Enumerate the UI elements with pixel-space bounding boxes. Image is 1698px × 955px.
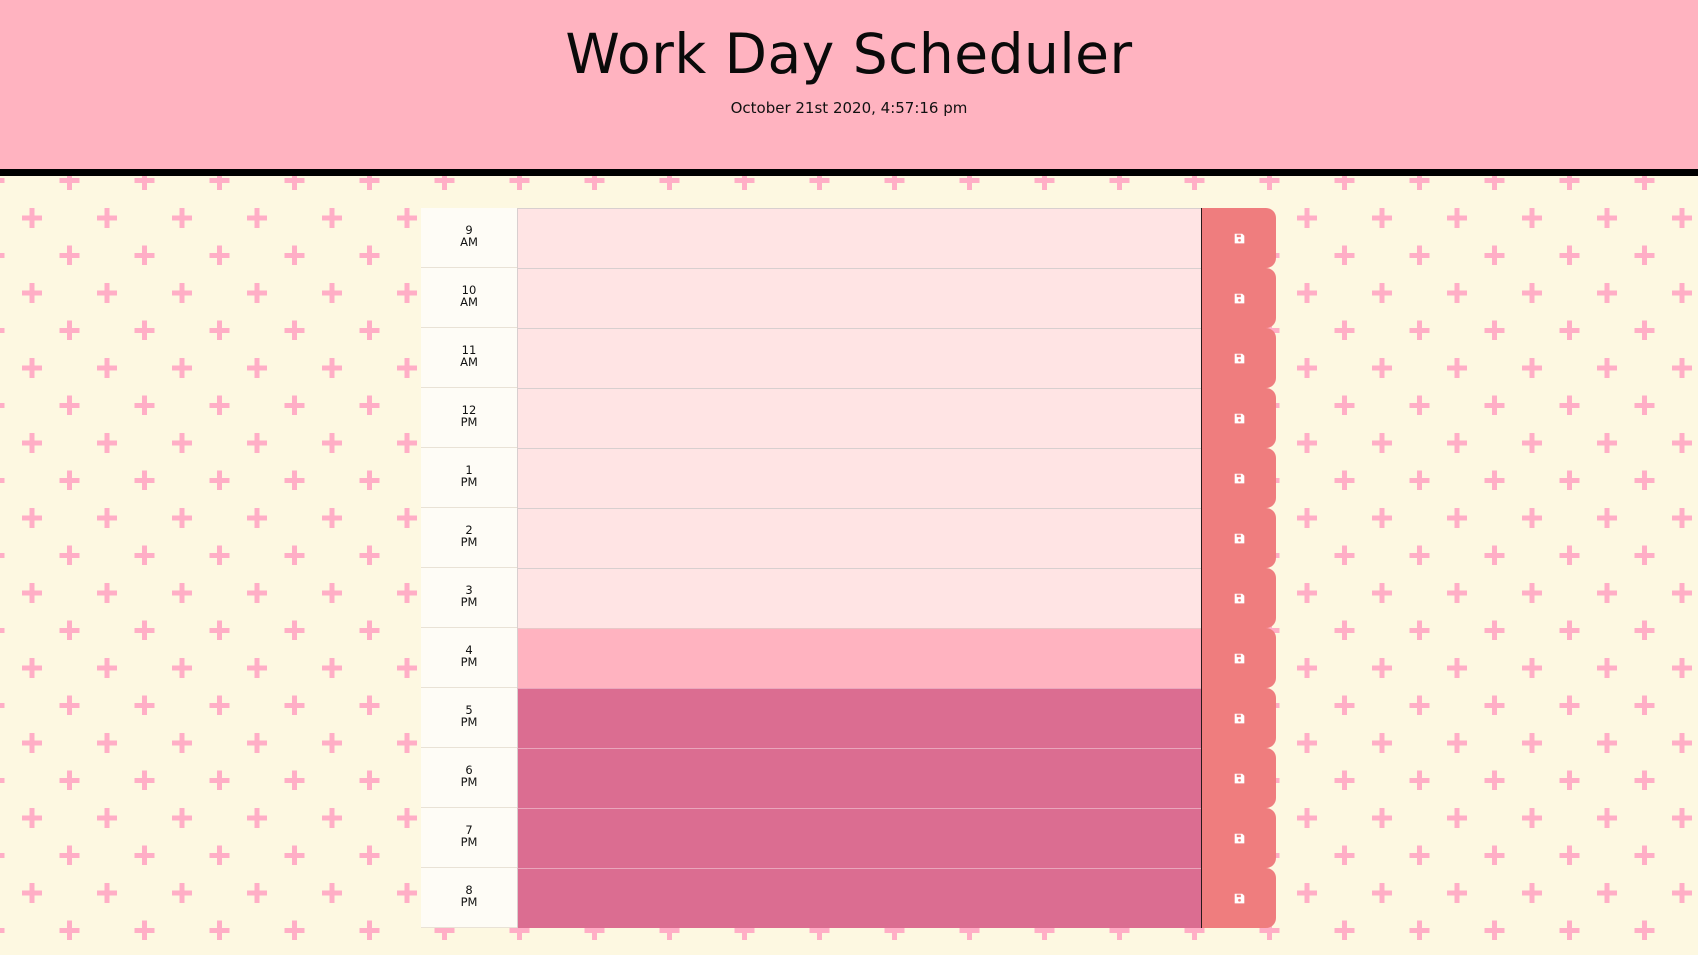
hour-period: PM [460, 834, 478, 849]
hour-label: 2 PM [421, 508, 517, 568]
time-block-row: 12 PM [421, 388, 1276, 448]
floppy-disk-icon [1234, 293, 1244, 303]
hour-label: 7 PM [421, 808, 517, 868]
save-button[interactable] [1201, 688, 1276, 748]
time-block-row: 5 PM [421, 688, 1276, 748]
event-textarea[interactable] [517, 208, 1201, 268]
floppy-disk-icon [1234, 533, 1244, 543]
hour-period: PM [460, 594, 478, 609]
floppy-disk-icon [1234, 713, 1244, 723]
hour-label: 1 PM [421, 448, 517, 508]
hour-label: 4 PM [421, 628, 517, 688]
floppy-disk-icon [1234, 593, 1244, 603]
hour-label: 3 PM [421, 568, 517, 628]
hour-number: 3 [465, 582, 473, 597]
hour-label: 11 AM [421, 328, 517, 388]
hour-period: PM [460, 654, 478, 669]
time-block-row: 3 PM [421, 568, 1276, 628]
floppy-disk-icon [1234, 893, 1244, 903]
floppy-disk-icon [1234, 653, 1244, 663]
hour-period: PM [460, 414, 478, 429]
event-textarea[interactable] [517, 328, 1201, 388]
page-title: Work Day Scheduler [565, 22, 1133, 86]
time-block-row: 1 PM [421, 448, 1276, 508]
save-button[interactable] [1201, 568, 1276, 628]
save-button[interactable] [1201, 388, 1276, 448]
hour-label: 5 PM [421, 688, 517, 748]
time-block-row: 7 PM [421, 808, 1276, 868]
hour-number: 11 [461, 342, 477, 357]
save-button[interactable] [1201, 808, 1276, 868]
hour-number: 8 [465, 882, 473, 897]
save-button[interactable] [1201, 208, 1276, 268]
time-block-row: 11 AM [421, 328, 1276, 388]
hour-label: 6 PM [421, 748, 517, 808]
hour-number: 10 [461, 282, 477, 297]
event-textarea[interactable] [517, 388, 1201, 448]
event-textarea[interactable] [517, 268, 1201, 328]
hour-period: PM [460, 894, 478, 909]
scheduler-container: 9 AM 10 AM 11 AM 12 PM 1 PM 2 PM 3 PM 4 … [421, 208, 1276, 928]
time-block-row: 2 PM [421, 508, 1276, 568]
page-header: Work Day Scheduler October 21st 2020, 4:… [0, 0, 1698, 176]
event-textarea[interactable] [517, 568, 1201, 628]
hour-number: 2 [465, 522, 473, 537]
floppy-disk-icon [1234, 773, 1244, 783]
hour-number: 1 [465, 462, 473, 477]
hour-number: 12 [461, 402, 477, 417]
floppy-disk-icon [1234, 473, 1244, 483]
event-textarea[interactable] [517, 868, 1201, 928]
current-date: October 21st 2020, 4:57:16 pm [730, 99, 968, 117]
time-block-row: 9 AM [421, 208, 1276, 268]
save-button[interactable] [1201, 268, 1276, 328]
save-button[interactable] [1201, 628, 1276, 688]
floppy-disk-icon [1234, 833, 1244, 843]
hour-number: 7 [465, 822, 473, 837]
hour-label: 12 PM [421, 388, 517, 448]
hour-period: AM [460, 294, 478, 309]
hour-period: PM [460, 474, 478, 489]
event-textarea[interactable] [517, 508, 1201, 568]
hour-label: 8 PM [421, 868, 517, 928]
hour-period: AM [460, 354, 478, 369]
hour-label: 10 AM [421, 268, 517, 328]
save-button[interactable] [1201, 328, 1276, 388]
time-block-row: 4 PM [421, 628, 1276, 688]
event-textarea[interactable] [517, 748, 1201, 808]
save-button[interactable] [1201, 448, 1276, 508]
hour-period: AM [460, 234, 478, 249]
hour-period: PM [460, 774, 478, 789]
event-textarea[interactable] [517, 808, 1201, 868]
event-textarea[interactable] [517, 448, 1201, 508]
event-textarea[interactable] [517, 688, 1201, 748]
save-button[interactable] [1201, 868, 1276, 928]
hour-label: 9 AM [421, 208, 517, 268]
time-block-row: 10 AM [421, 268, 1276, 328]
hour-number: 5 [465, 702, 473, 717]
save-button[interactable] [1201, 508, 1276, 568]
hour-period: PM [460, 714, 478, 729]
hour-number: 9 [465, 222, 473, 237]
floppy-disk-icon [1234, 413, 1244, 423]
time-block-row: 8 PM [421, 868, 1276, 928]
floppy-disk-icon [1234, 353, 1244, 363]
hour-number: 6 [465, 762, 473, 777]
hour-period: PM [460, 534, 478, 549]
hour-number: 4 [465, 642, 473, 657]
time-block-row: 6 PM [421, 748, 1276, 808]
event-textarea[interactable] [517, 628, 1201, 688]
floppy-disk-icon [1234, 233, 1244, 243]
save-button[interactable] [1201, 748, 1276, 808]
